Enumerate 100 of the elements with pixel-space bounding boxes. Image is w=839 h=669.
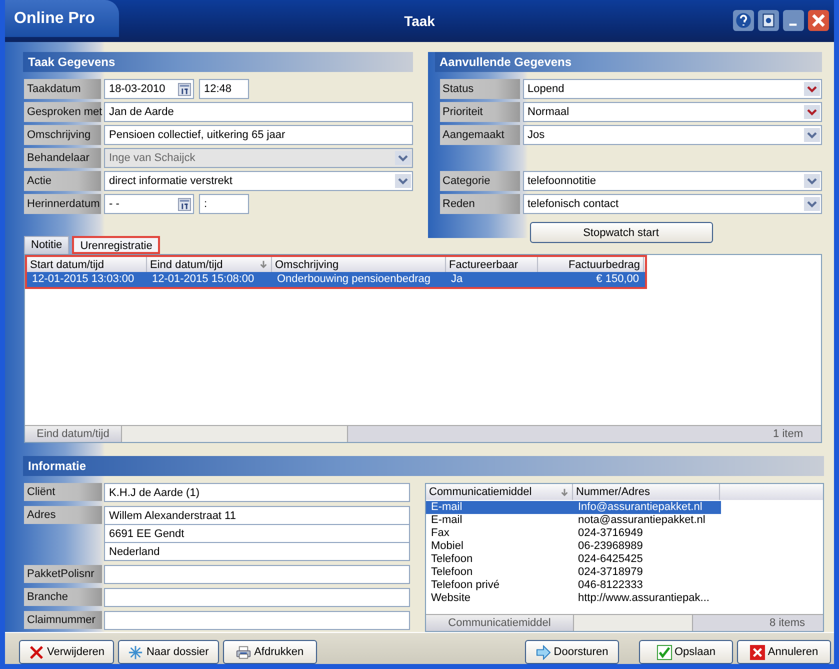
text-field[interactable]: 6691 EE Gendt [104,524,410,543]
tab[interactable]: Notitie [24,236,70,254]
help-button[interactable] [733,10,754,31]
table-cell-text: Onderbouwing pensioenbedrag [276,272,432,287]
section-header: Aanvullende Gegevens [434,52,822,72]
dropdown[interactable]: telefonisch contact [522,194,822,214]
field-label: Aangemaakt [440,125,520,145]
cross-icon [29,644,44,660]
item-count: 8 items [768,616,806,631]
dropdown[interactable]: Normaal [522,102,822,122]
text-field[interactable]: Nederland [104,542,410,561]
calendar-icon[interactable] [178,198,191,210]
action-button[interactable]: Opslaan [639,640,733,664]
table-cell-text: Info@assurantiepakket.nl [577,501,704,514]
time-field[interactable]: 12:48 [199,79,249,99]
field-label: Taakdatum [24,79,101,99]
field-label: Omschrijving [24,125,101,145]
close-button[interactable] [808,10,829,31]
minimize-button[interactable] [783,10,804,31]
column-header[interactable]: Communicatiemiddel [426,484,573,500]
field-label: Status [440,79,520,99]
text-field[interactable]: Jan de Aarde [104,102,412,122]
date-field[interactable]: - - [104,194,194,214]
field-label: Reden [440,194,520,214]
field-label: Adres [24,506,102,524]
text-field[interactable]: Pensioen collectief, uitkering 65 jaar [104,125,412,145]
text-field[interactable] [104,588,410,607]
table-cell-text: Mobiel [430,540,464,553]
table-cell-text: 06-23968989 [577,540,644,553]
field-label: Actie [24,171,101,191]
table-cell-text: http://www.assurantiepak... [577,592,710,605]
arrow-icon [536,644,551,660]
dropdown[interactable]: telefoonnotitie [522,171,822,191]
table-cell-text: Telefoon [430,553,474,566]
action-button[interactable]: Doorsturen [525,640,619,664]
chevron-icon [394,151,410,165]
table-row[interactable]: E-mail nota@assurantiepakket.nl [426,514,720,527]
table-cell-text: 046-8122333 [577,579,644,592]
table-cell-text: Fax [430,527,450,540]
table-cell-text: Ja [450,272,464,287]
chevron-icon [394,174,410,188]
time-field[interactable]: : [199,194,249,214]
table-cell-text: 024-3716949 [577,527,644,540]
field-label: Herinnerdatum [24,194,101,214]
group-label: Communicatiemiddel [426,615,574,631]
table-cell-text: 024-3718979 [577,566,644,579]
field-label: Claimnummer [24,611,102,629]
table-cell-text: 12-01-2015 13:03:00 [31,272,136,287]
tab[interactable]: Urenregistratie [72,236,160,254]
item-count: 1 item [772,427,804,442]
checkmark-icon [656,644,672,660]
sort-arrow-icon [259,260,268,269]
app-name: Online Pro [5,0,119,37]
text-field[interactable]: K.H.J de Aarde (1) [104,483,410,502]
action-button[interactable]: Verwijderen [19,640,114,664]
table-cell-text: E-mail [430,501,464,514]
window-title: Taak [404,13,435,29]
action-button[interactable]: Afdrukken [222,640,317,664]
table-cell-text: E-mail [430,514,464,527]
stopwatch-button[interactable]: Stopwatch start [530,222,712,243]
sort-arrow-icon [560,488,569,496]
action-button[interactable]: Annuleren [737,640,831,664]
field-label: Behandelaar [24,148,101,168]
field-label: Prioriteit [440,102,520,122]
table-row[interactable]: 12-01-2015 13:03:00 12-01-2015 15:08:00 Onderbouwing pensioenbedrag Ja € 150,00 [27,272,645,287]
table-cell-text: 12-01-2015 15:08:00 [151,272,256,287]
table-row[interactable]: Telefoon privé 046-8122333 [426,579,720,592]
restore-button[interactable] [758,10,779,31]
calendar-icon[interactable] [178,82,191,96]
printer-icon [236,644,252,660]
table-row[interactable]: Website http://www.assurantiepak... [426,592,720,605]
table-cell-text: € 150,00 [595,272,640,287]
field-label: Branche [24,588,102,606]
section-header: Informatie [23,456,824,476]
date-field[interactable]: 18-03-2010 [104,79,194,99]
section-header: Taak Gegevens [23,52,412,72]
column-header[interactable]: Nummer/Adres [573,484,720,500]
cancel-icon [750,644,765,660]
table-row[interactable]: E-mail Info@assurantiepakket.nl [426,501,721,514]
table-cell-text: Telefoon [430,566,474,579]
field-label: Cliënt [24,483,102,501]
text-field[interactable]: Willem Alexanderstraat 11 [104,506,410,525]
table-cell-text: Telefoon privé [430,579,500,592]
group-label: Eind datum/tijd [25,426,122,442]
table-cell-text: 024-6425425 [577,553,644,566]
text-field[interactable] [104,565,410,584]
action-button[interactable]: Naar dossier [118,640,219,664]
table-row[interactable]: Telefoon 024-3718979 [426,566,720,579]
dropdown[interactable]: Lopend [522,79,822,99]
snowflake-icon [128,644,144,660]
field-label: Categorie [440,171,520,191]
dropdown[interactable]: direct informatie verstrekt [104,171,412,191]
table-cell-text: Website [430,592,472,605]
field-label: Gesproken met [24,102,101,122]
table-row[interactable]: Mobiel 06-23968989 [426,540,720,553]
field-label: PakketPolisnr [24,565,102,583]
dropdown[interactable]: Jos [522,125,822,145]
table-row[interactable]: Telefoon 024-6425425 [426,553,720,566]
text-field[interactable] [104,611,410,630]
table-row[interactable]: Fax 024-3716949 [426,527,720,540]
